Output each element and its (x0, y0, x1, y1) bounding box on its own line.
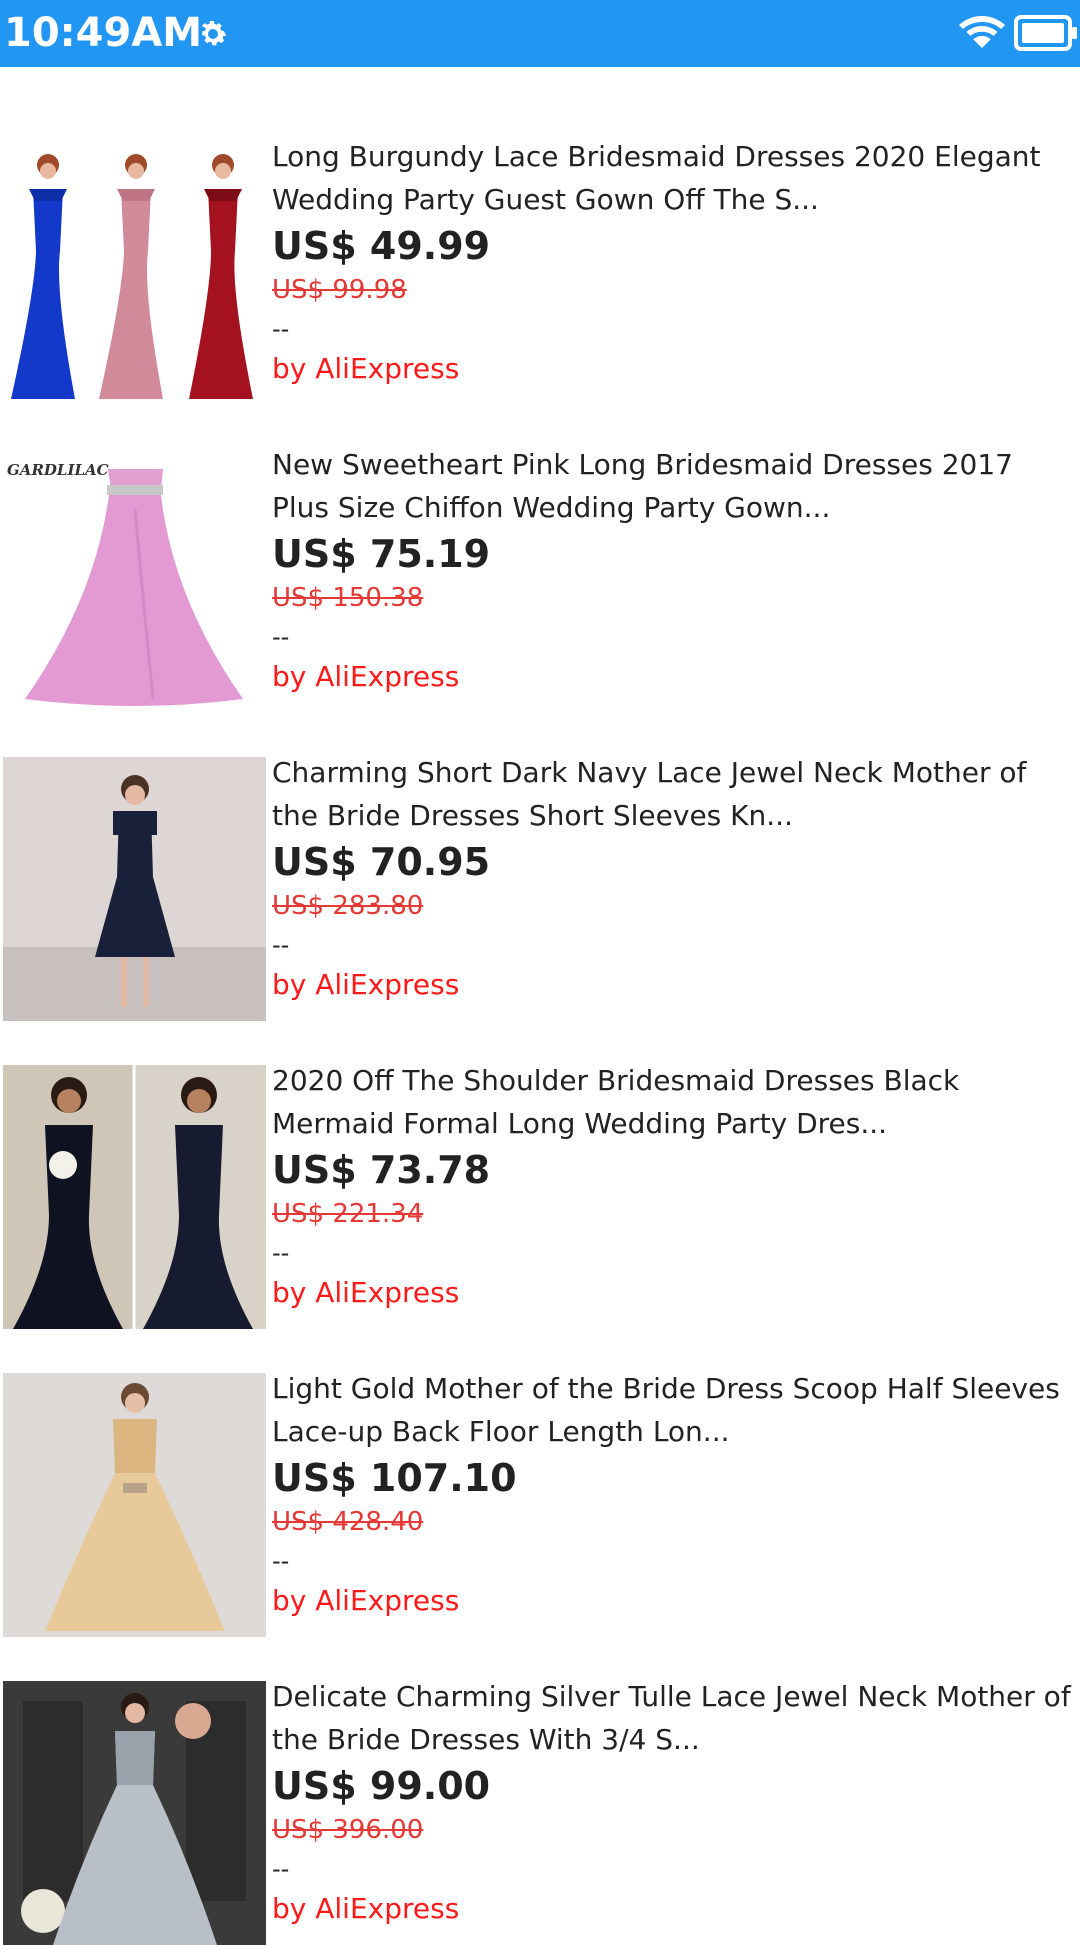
product-image[interactable] (3, 1681, 266, 1945)
image-watermark: GARDLILAC (7, 461, 109, 479)
product-title[interactable]: Long Burgundy Lace Bridesmaid Dresses 20… (272, 135, 1072, 221)
product-original-price: US$ 99.98 (272, 275, 407, 305)
product-price: US$ 49.99 (272, 224, 491, 268)
product-item[interactable]: Charming Short Dark Navy Lace Jewel Neck… (0, 683, 1080, 1021)
product-title[interactable]: Charming Short Dark Navy Lace Jewel Neck… (272, 751, 1072, 837)
product-price: US$ 73.78 (272, 1148, 491, 1192)
product-rating: -- (272, 931, 290, 959)
product-item[interactable]: Delicate Charming Silver Tulle Lace Jewe… (0, 1607, 1080, 1945)
battery-icon (1014, 15, 1077, 51)
product-price: US$ 99.00 (272, 1764, 491, 1808)
status-bar: 10:49AM (0, 0, 1080, 67)
product-original-price: US$ 283.80 (272, 891, 424, 921)
product-original-price: US$ 428.40 (272, 1507, 424, 1537)
product-rating: -- (272, 315, 290, 343)
status-time: 10:49AM (4, 10, 203, 56)
product-image[interactable] (3, 1373, 266, 1637)
product-rating: -- (272, 623, 290, 651)
product-seller: by AliExpress (272, 1892, 460, 1925)
product-rating: -- (272, 1239, 290, 1267)
product-rating: -- (272, 1855, 290, 1883)
product-title[interactable]: Delicate Charming Silver Tulle Lace Jewe… (272, 1675, 1072, 1761)
product-price: US$ 75.19 (272, 532, 491, 576)
product-item[interactable]: GARDLILAC New Sweetheart Pink Long Bride… (0, 375, 1080, 713)
product-image[interactable]: GARDLILAC (3, 449, 266, 713)
product-title[interactable]: New Sweetheart Pink Long Bridesmaid Dres… (272, 443, 1072, 529)
product-image[interactable] (3, 757, 266, 1021)
product-image[interactable] (3, 141, 266, 405)
product-original-price: US$ 396.00 (272, 1815, 424, 1845)
product-rating: -- (272, 1547, 290, 1575)
product-title[interactable]: Light Gold Mother of the Bride Dress Sco… (272, 1367, 1072, 1453)
product-original-price: US$ 221.34 (272, 1199, 424, 1229)
product-original-price: US$ 150.38 (272, 583, 424, 613)
product-title[interactable]: 2020 Off The Shoulder Bridesmaid Dresses… (272, 1059, 1072, 1145)
product-item[interactable]: Light Gold Mother of the Bride Dress Sco… (0, 1299, 1080, 1637)
product-price: US$ 70.95 (272, 840, 491, 884)
product-item[interactable]: 2020 Off The Shoulder Bridesmaid Dresses… (0, 991, 1080, 1329)
product-image[interactable] (3, 1065, 266, 1329)
product-price: US$ 107.10 (272, 1456, 517, 1500)
product-item[interactable]: Long Burgundy Lace Bridesmaid Dresses 20… (0, 67, 1080, 405)
gear-icon (201, 20, 227, 46)
wifi-icon (959, 16, 1005, 48)
